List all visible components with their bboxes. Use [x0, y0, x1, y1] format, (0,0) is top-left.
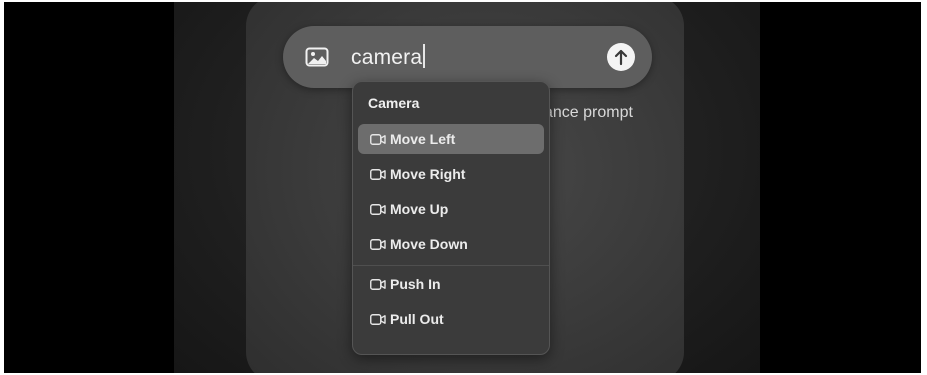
dropdown-header: Camera [368, 95, 420, 111]
video-camera-icon [370, 314, 386, 325]
menu-divider [353, 265, 549, 266]
video-camera-icon [370, 239, 386, 250]
menu-item-label: Push In [390, 276, 441, 292]
menu-item-move-up[interactable]: Move Up [358, 194, 544, 224]
send-button[interactable] [607, 43, 635, 71]
menu-item-label: Pull Out [390, 311, 444, 327]
video-camera-icon [370, 134, 386, 145]
prompt-input-bar[interactable]: camera [283, 26, 652, 88]
enhance-prompt-label[interactable]: ance prompt [544, 104, 633, 122]
prompt-input-value[interactable]: camera [351, 46, 422, 69]
text-caret [423, 44, 426, 68]
video-camera-icon [370, 279, 386, 290]
video-camera-icon [370, 169, 386, 180]
menu-item-label: Move Down [390, 236, 468, 252]
menu-item-label: Move Right [390, 166, 466, 182]
camera-suggestions-dropdown: Camera Move Left Move Right Move Up Move… [352, 81, 550, 355]
menu-item-move-right[interactable]: Move Right [358, 159, 544, 189]
menu-item-pull-out[interactable]: Pull Out [358, 304, 544, 334]
video-camera-icon [370, 204, 386, 215]
menu-item-push-in[interactable]: Push In [358, 269, 544, 299]
menu-item-label: Move Left [390, 131, 456, 147]
arrow-up-icon [614, 49, 628, 66]
menu-item-move-down[interactable]: Move Down [358, 229, 544, 259]
prompt-input[interactable]: camera [351, 44, 426, 70]
screenshot-frame: camera ance prompt Camera Move Left Move… [4, 2, 921, 373]
menu-item-label: Move Up [390, 201, 449, 217]
menu-item-move-left[interactable]: Move Left [358, 124, 544, 154]
image-icon[interactable] [305, 47, 329, 67]
